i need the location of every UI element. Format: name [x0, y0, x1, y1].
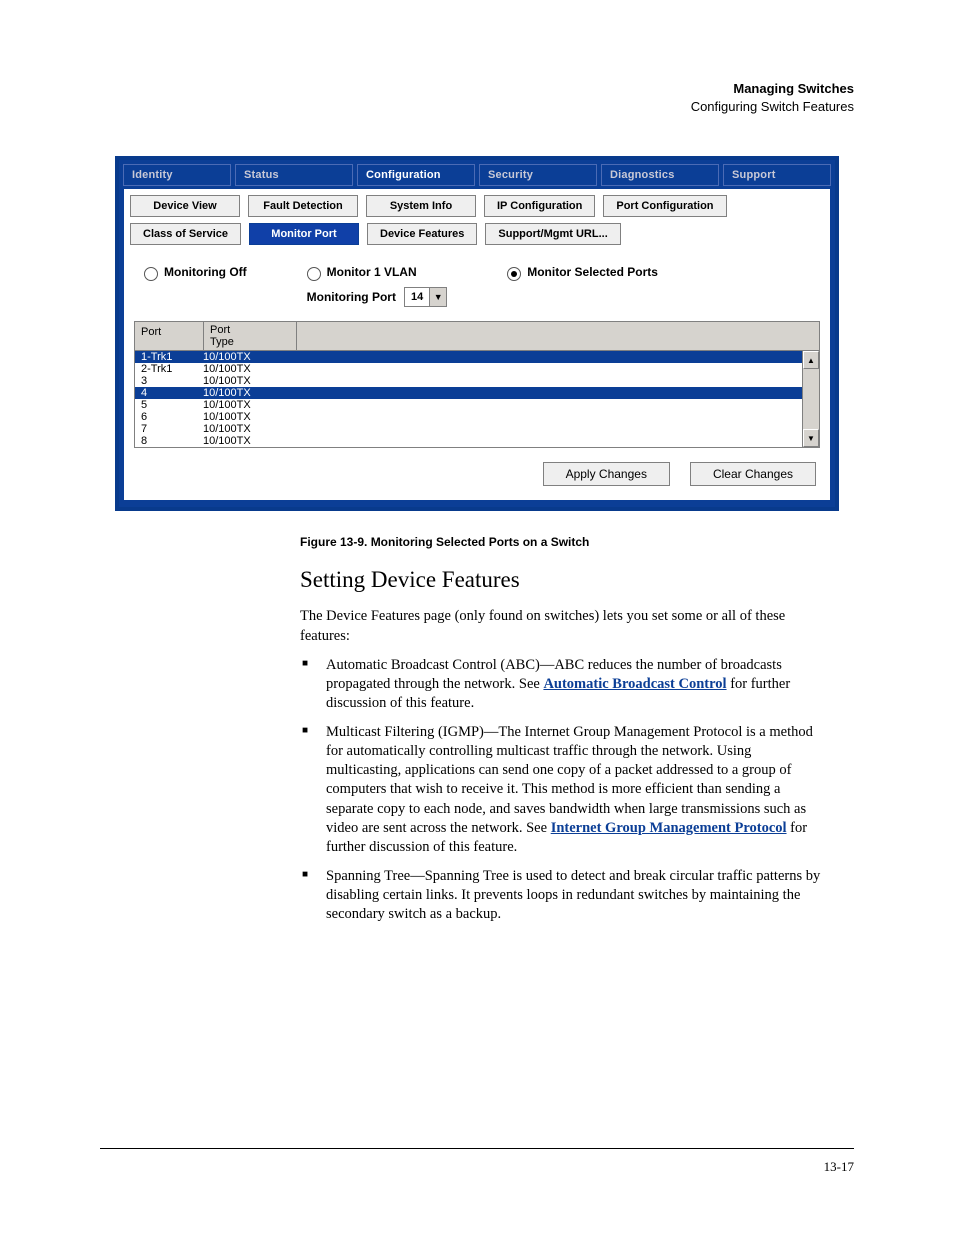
cell-port: 7: [135, 423, 197, 435]
page-number: 13-17: [824, 1159, 854, 1174]
tab-security[interactable]: Security: [479, 164, 597, 186]
cell-port-type: 10/100TX: [197, 435, 283, 447]
subtab-port-config[interactable]: Port Configuration: [603, 195, 726, 217]
section-title: Configuring Switch Features: [691, 99, 854, 114]
monitoring-port-select[interactable]: 14 ▼: [404, 287, 447, 307]
monitoring-port-label: Monitoring Port: [307, 290, 396, 304]
subtab-system-info[interactable]: System Info: [366, 195, 476, 217]
scroll-up-icon[interactable]: ▲: [803, 351, 819, 369]
cell-port-type: 10/100TX: [197, 363, 283, 375]
action-buttons: Apply Changes Clear Changes: [124, 448, 830, 490]
radio-label: Monitoring Off: [164, 265, 247, 279]
section-heading: Setting Device Features: [300, 567, 824, 593]
cell-port: 4: [135, 387, 197, 399]
chevron-down-icon: ▼: [429, 288, 446, 306]
col-header-port-type: Port Type: [204, 322, 297, 350]
intro-paragraph: The Device Features page (only found on …: [300, 607, 824, 645]
radio-monitoring-off[interactable]: Monitoring Off: [144, 265, 247, 281]
subtab-support-url[interactable]: Support/Mgmt URL...: [485, 223, 620, 245]
running-header: Managing Switches Configuring Switch Fea…: [100, 80, 854, 116]
port-grid: Port Port Type 1-Trk110/100TX2-Trk110/10…: [134, 321, 820, 448]
col-header-spacer: [297, 322, 819, 350]
table-row[interactable]: 510/100TX: [135, 399, 819, 411]
table-row[interactable]: 410/100TX: [135, 387, 819, 399]
cell-port-type: 10/100TX: [197, 351, 283, 363]
cell-port: 8: [135, 435, 197, 447]
page-footer: 13-17: [100, 1148, 854, 1175]
col-header-port: Port: [135, 322, 204, 350]
monitoring-port-value: 14: [405, 290, 429, 304]
scroll-down-icon[interactable]: ▼: [803, 429, 819, 447]
tab-diagnostics[interactable]: Diagnostics: [601, 164, 719, 186]
bullet-abc: Automatic Broadcast Control (ABC)—ABC re…: [300, 656, 824, 713]
subtab-device-view[interactable]: Device View: [130, 195, 240, 217]
link-igmp[interactable]: Internet Group Management Protocol: [551, 820, 787, 836]
radio-icon: [144, 267, 158, 281]
table-row[interactable]: 2-Trk110/100TX: [135, 363, 819, 375]
subtab-fault-detection[interactable]: Fault Detection: [248, 195, 358, 217]
cell-port-type: 10/100TX: [197, 411, 283, 423]
tab-support[interactable]: Support: [723, 164, 831, 186]
table-row[interactable]: 810/100TX: [135, 435, 819, 447]
bullet-spanning-tree: Spanning Tree—Spanning Tree is used to d…: [300, 867, 824, 924]
switch-config-screenshot: Identity Status Configuration Security D…: [115, 156, 839, 511]
port-grid-scrollbar[interactable]: ▲ ▼: [802, 351, 819, 447]
monitor-mode-radios: Monitoring Off Monitor 1 VLAN Monitoring…: [124, 251, 830, 317]
sub-tab-row-1: Device View Fault Detection System Info …: [124, 189, 830, 223]
cell-port: 3: [135, 375, 197, 387]
radio-label: Monitor 1 VLAN: [327, 265, 417, 279]
table-row[interactable]: 1-Trk110/100TX: [135, 351, 819, 363]
radio-icon: [307, 267, 321, 281]
radio-monitor-selected-ports[interactable]: Monitor Selected Ports: [507, 265, 658, 281]
cell-port: 1-Trk1: [135, 351, 197, 363]
port-grid-header: Port Port Type: [135, 322, 819, 351]
cell-port-type: 10/100TX: [197, 399, 283, 411]
subtab-ip-config[interactable]: IP Configuration: [484, 195, 595, 217]
sub-tab-row-2: Class of Service Monitor Port Device Fea…: [124, 223, 830, 251]
feature-bullets: Automatic Broadcast Control (ABC)—ABC re…: [300, 656, 824, 925]
link-abc[interactable]: Automatic Broadcast Control: [543, 676, 726, 692]
radio-label: Monitor Selected Ports: [527, 265, 658, 279]
clear-changes-button[interactable]: Clear Changes: [690, 462, 816, 486]
figure-caption: Figure 13-9. Monitoring Selected Ports o…: [300, 535, 854, 549]
cell-port: 6: [135, 411, 197, 423]
bullet-igmp: Multicast Filtering (IGMP)—The Internet …: [300, 723, 824, 857]
cell-port: 5: [135, 399, 197, 411]
monitoring-port-row: Monitoring Port 14 ▼: [307, 287, 448, 307]
chapter-title: Managing Switches: [733, 81, 854, 96]
config-panel: Device View Fault Detection System Info …: [123, 188, 831, 501]
subtab-class-of-service[interactable]: Class of Service: [130, 223, 241, 245]
table-row[interactable]: 710/100TX: [135, 423, 819, 435]
tab-configuration[interactable]: Configuration: [357, 164, 475, 186]
tab-identity[interactable]: Identity: [123, 164, 231, 186]
main-tab-bar: Identity Status Configuration Security D…: [119, 160, 835, 186]
radio-monitor-vlan[interactable]: Monitor 1 VLAN: [307, 265, 448, 281]
cell-port: 2-Trk1: [135, 363, 197, 375]
subtab-device-features[interactable]: Device Features: [367, 223, 477, 245]
cell-port-type: 10/100TX: [197, 375, 283, 387]
port-grid-body[interactable]: 1-Trk110/100TX2-Trk110/100TX310/100TX410…: [135, 351, 819, 447]
cell-port-type: 10/100TX: [197, 423, 283, 435]
tab-status[interactable]: Status: [235, 164, 353, 186]
radio-icon: [507, 267, 521, 281]
table-row[interactable]: 610/100TX: [135, 411, 819, 423]
subtab-monitor-port[interactable]: Monitor Port: [249, 223, 359, 245]
table-row[interactable]: 310/100TX: [135, 375, 819, 387]
apply-changes-button[interactable]: Apply Changes: [543, 462, 670, 486]
cell-port-type: 10/100TX: [197, 387, 283, 399]
